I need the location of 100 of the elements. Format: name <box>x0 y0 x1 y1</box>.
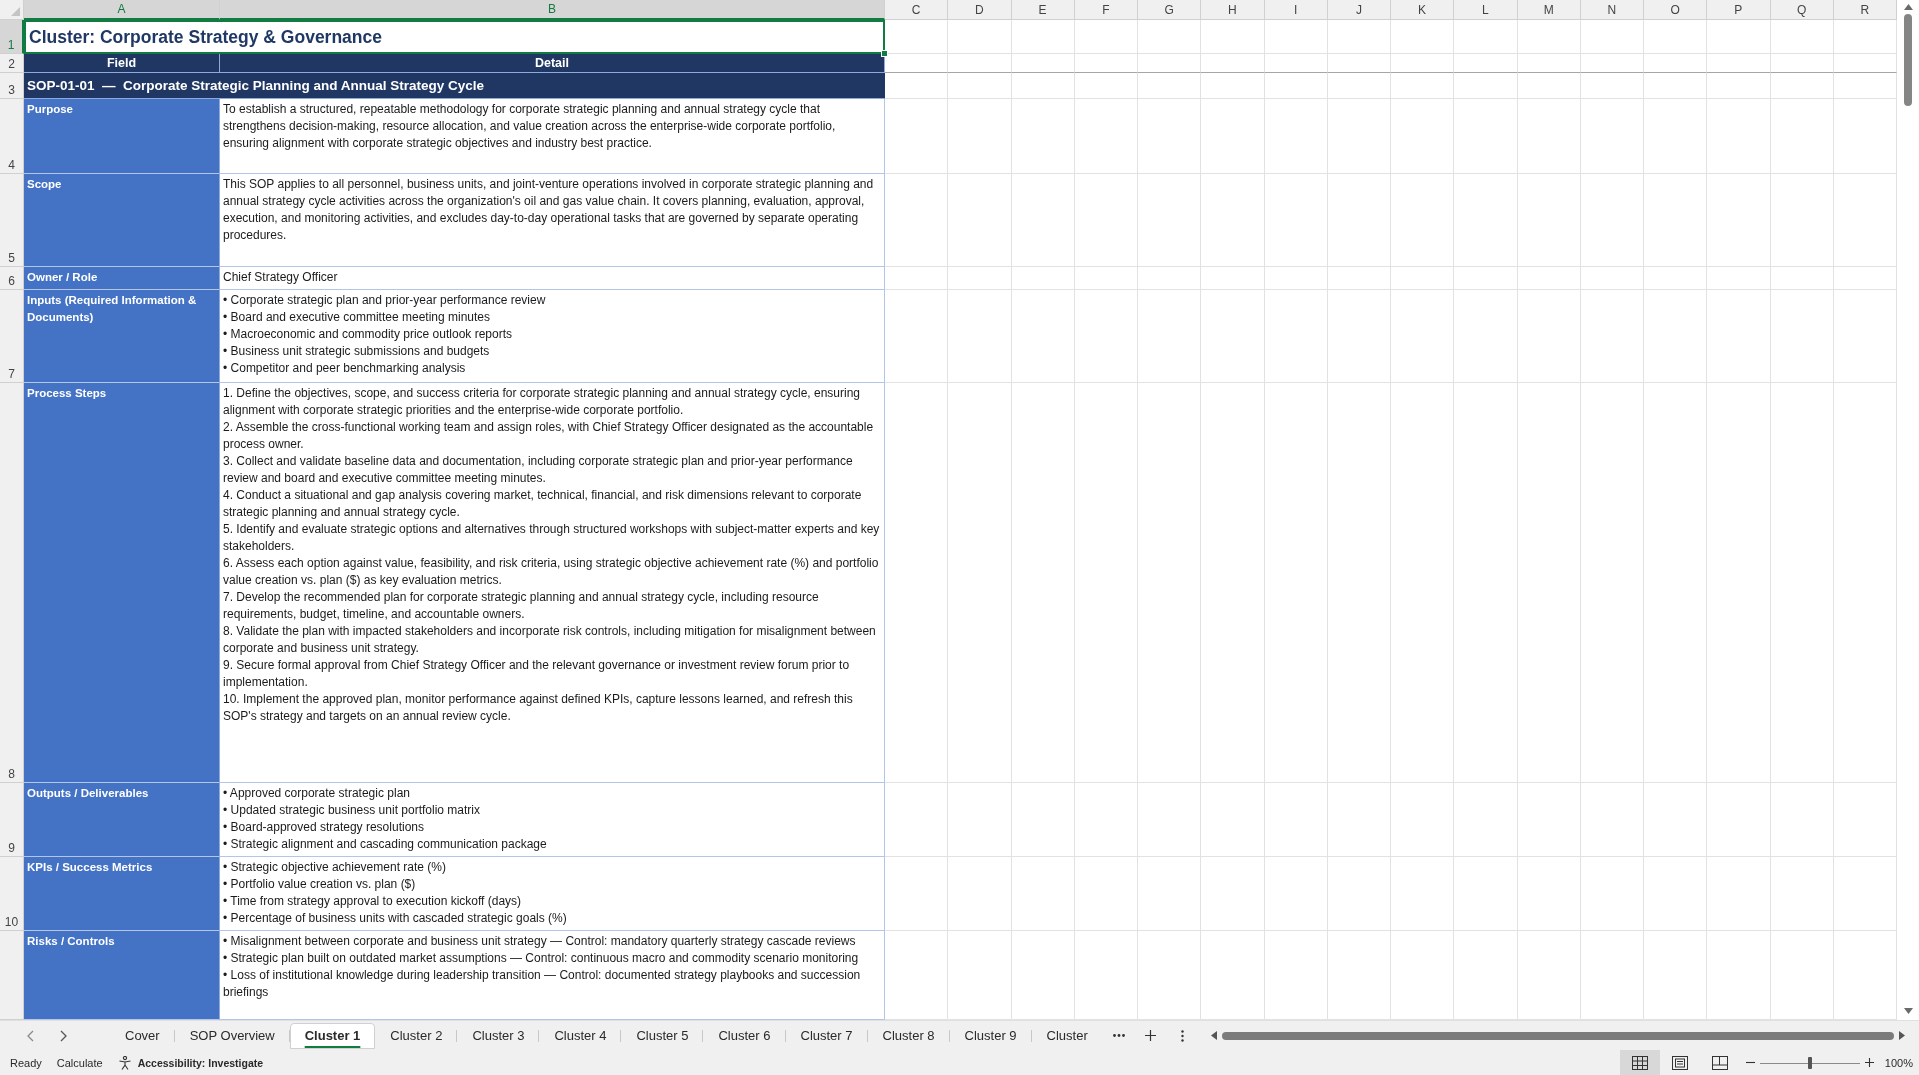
empty-cell[interactable] <box>1644 267 1708 290</box>
empty-cell[interactable] <box>1074 20 1138 54</box>
row-header[interactable]: 5 <box>0 174 24 267</box>
empty-cell[interactable] <box>1011 267 1075 290</box>
empty-cell[interactable] <box>1138 267 1202 290</box>
empty-cell[interactable] <box>1707 383 1771 783</box>
empty-cell[interactable] <box>1707 174 1771 267</box>
column-header[interactable]: K <box>1391 0 1455 20</box>
sheet-tab[interactable]: Cluster 5 <box>621 1022 704 1049</box>
empty-cell[interactable] <box>1391 99 1455 174</box>
column-header[interactable]: A <box>24 0 220 20</box>
empty-cell[interactable] <box>1011 383 1075 783</box>
empty-cell[interactable] <box>885 857 949 931</box>
empty-cell[interactable] <box>1707 20 1771 54</box>
empty-cell[interactable] <box>1770 54 1834 73</box>
empty-cell[interactable] <box>1074 54 1138 73</box>
empty-cell[interactable] <box>1264 383 1328 783</box>
empty-cell[interactable] <box>1580 783 1644 857</box>
empty-cell[interactable] <box>1074 857 1138 931</box>
empty-cell[interactable] <box>1138 783 1202 857</box>
empty-cell[interactable] <box>1074 383 1138 783</box>
empty-cell[interactable] <box>1517 383 1581 783</box>
empty-cell[interactable] <box>1391 54 1455 73</box>
empty-cell[interactable] <box>1138 290 1202 383</box>
sheet-tab[interactable]: Cluster 1 <box>289 1022 376 1049</box>
empty-cell[interactable] <box>1264 99 1328 174</box>
empty-cell[interactable] <box>1327 290 1391 383</box>
empty-cell[interactable] <box>1391 20 1455 54</box>
empty-cell[interactable] <box>1264 290 1328 383</box>
empty-cell[interactable] <box>1517 267 1581 290</box>
empty-cell[interactable] <box>885 20 949 54</box>
scroll-right-icon[interactable] <box>1899 1031 1905 1040</box>
empty-cell[interactable] <box>1770 267 1834 290</box>
empty-cell[interactable] <box>1264 783 1328 857</box>
empty-cell[interactable] <box>1327 267 1391 290</box>
empty-cell[interactable] <box>1011 20 1075 54</box>
more-options-icon[interactable] <box>1181 1029 1185 1042</box>
empty-cell[interactable] <box>1264 857 1328 931</box>
empty-cell[interactable] <box>1011 857 1075 931</box>
empty-cell[interactable] <box>1454 99 1518 174</box>
sheet-tab[interactable]: Cluster 2 <box>375 1022 458 1049</box>
empty-cell[interactable] <box>1770 73 1834 99</box>
empty-cell[interactable] <box>1454 290 1518 383</box>
empty-cell[interactable] <box>1201 383 1265 783</box>
empty-cell[interactable] <box>1327 174 1391 267</box>
scrollbar-thumb[interactable] <box>1904 14 1912 106</box>
empty-cell[interactable] <box>1454 174 1518 267</box>
empty-cell[interactable] <box>1201 267 1265 290</box>
select-all-icon[interactable] <box>11 7 20 16</box>
sheet-tab[interactable]: Cluster 3 <box>457 1022 540 1049</box>
empty-cell[interactable] <box>1644 73 1708 99</box>
empty-cell[interactable] <box>1644 383 1708 783</box>
chevron-left-icon[interactable] <box>27 1029 34 1042</box>
empty-cell[interactable] <box>1517 20 1581 54</box>
empty-cell[interactable] <box>1201 290 1265 383</box>
chevron-right-icon[interactable] <box>60 1029 67 1042</box>
empty-cell[interactable] <box>1391 383 1455 783</box>
empty-cell[interactable] <box>1201 783 1265 857</box>
empty-cell[interactable] <box>948 99 1012 174</box>
empty-cell[interactable] <box>1770 857 1834 931</box>
empty-cell[interactable] <box>1138 54 1202 73</box>
empty-cell[interactable] <box>1391 267 1455 290</box>
empty-cell[interactable] <box>885 267 949 290</box>
sheet-tab[interactable]: Cluster 7 <box>785 1022 868 1049</box>
empty-cell[interactable] <box>1644 174 1708 267</box>
empty-cell[interactable] <box>1644 99 1708 174</box>
empty-cell[interactable] <box>948 174 1012 267</box>
sheet-tab[interactable]: Cluster 4 <box>539 1022 622 1049</box>
row-header[interactable]: 3 <box>0 73 24 99</box>
empty-cell[interactable] <box>1580 99 1644 174</box>
empty-cell[interactable] <box>1517 290 1581 383</box>
column-header[interactable]: C <box>885 0 949 20</box>
row-header[interactable]: 4 <box>0 99 24 174</box>
empty-cell[interactable] <box>1454 857 1518 931</box>
empty-cell[interactable] <box>1074 267 1138 290</box>
zoom-in-icon[interactable] <box>1864 1058 1874 1067</box>
empty-cell[interactable] <box>1391 73 1455 99</box>
empty-cell[interactable] <box>948 54 1012 73</box>
empty-cell[interactable] <box>1327 20 1391 54</box>
empty-cell[interactable] <box>1074 174 1138 267</box>
empty-cell[interactable] <box>1707 783 1771 857</box>
add-sheet-icon[interactable] <box>1145 1030 1157 1041</box>
empty-cell[interactable] <box>1644 54 1708 73</box>
empty-cell[interactable] <box>948 73 1012 99</box>
empty-cell[interactable] <box>1138 174 1202 267</box>
empty-cell[interactable] <box>1074 73 1138 99</box>
sheet-tab[interactable]: Cluster 8 <box>867 1022 950 1049</box>
empty-cell[interactable] <box>1011 174 1075 267</box>
empty-cell[interactable] <box>1201 20 1265 54</box>
empty-cell[interactable] <box>1454 73 1518 99</box>
empty-cell[interactable] <box>885 174 949 267</box>
empty-cell[interactable] <box>1201 54 1265 73</box>
accessibility-icon[interactable] <box>117 1055 132 1070</box>
empty-cell[interactable] <box>1517 857 1581 931</box>
view-button[interactable] <box>1619 1050 1660 1075</box>
empty-cell[interactable] <box>1454 783 1518 857</box>
column-header[interactable]: D <box>948 0 1012 20</box>
empty-cell[interactable] <box>1074 783 1138 857</box>
column-header[interactable]: B <box>220 0 885 20</box>
scrollbar-thumb[interactable] <box>1221 1031 1894 1040</box>
